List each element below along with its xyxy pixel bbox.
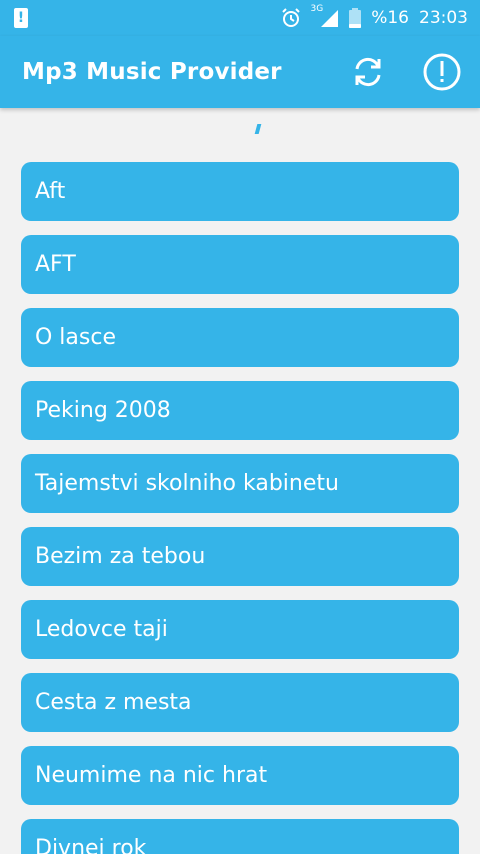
alarm-icon	[281, 8, 301, 28]
song-title: Neumime na nic hrat	[35, 763, 268, 788]
signal-icon	[319, 8, 339, 28]
info-alert-icon	[423, 53, 461, 91]
song-item-aft-upper[interactable]: AFT	[21, 235, 459, 294]
song-item-ledovce-taji[interactable]: Ledovce taji	[21, 600, 459, 659]
song-item-bezim-za-tebou[interactable]: Bezim za tebou	[21, 527, 459, 586]
song-item-cesta-z-mesta[interactable]: Cesta z mesta	[21, 673, 459, 732]
loading-indicator	[254, 124, 262, 134]
song-list: Aft AFT O lasce Peking 2008 Tajemstvi sk…	[21, 162, 459, 854]
song-item-divnej-rok[interactable]: Divnej rok	[21, 819, 459, 854]
song-item-tajemstvi[interactable]: Tajemstvi skolniho kabinetu	[21, 454, 459, 513]
sim-alert-icon: !	[14, 8, 28, 28]
song-item-neumime[interactable]: Neumime na nic hrat	[21, 746, 459, 805]
song-title: Bezim za tebou	[35, 544, 206, 569]
app-title: Mp3 Music Provider	[22, 59, 282, 85]
clock: 23:03	[419, 8, 468, 28]
info-button[interactable]	[422, 52, 462, 92]
song-title: Ledovce taji	[35, 617, 168, 642]
song-title: Peking 2008	[35, 398, 171, 423]
song-item-aft[interactable]: Aft	[21, 162, 459, 221]
refresh-icon	[355, 57, 381, 87]
song-title: Aft	[35, 179, 66, 204]
song-title: Cesta z mesta	[35, 690, 192, 715]
status-bar: ! 3G %16 23:03	[0, 0, 480, 36]
battery-percent: %16	[371, 8, 409, 28]
song-title: Divnej rok	[35, 836, 147, 854]
song-title: AFT	[35, 252, 76, 277]
song-item-peking-2008[interactable]: Peking 2008	[21, 381, 459, 440]
battery-icon	[349, 8, 362, 28]
cell-signal: 3G	[311, 4, 340, 28]
song-title: Tajemstvi skolniho kabinetu	[35, 471, 339, 496]
song-title: O lasce	[35, 325, 116, 350]
refresh-button[interactable]	[348, 52, 388, 92]
song-item-o-lasce[interactable]: O lasce	[21, 308, 459, 367]
app-bar: Mp3 Music Provider	[0, 36, 480, 108]
